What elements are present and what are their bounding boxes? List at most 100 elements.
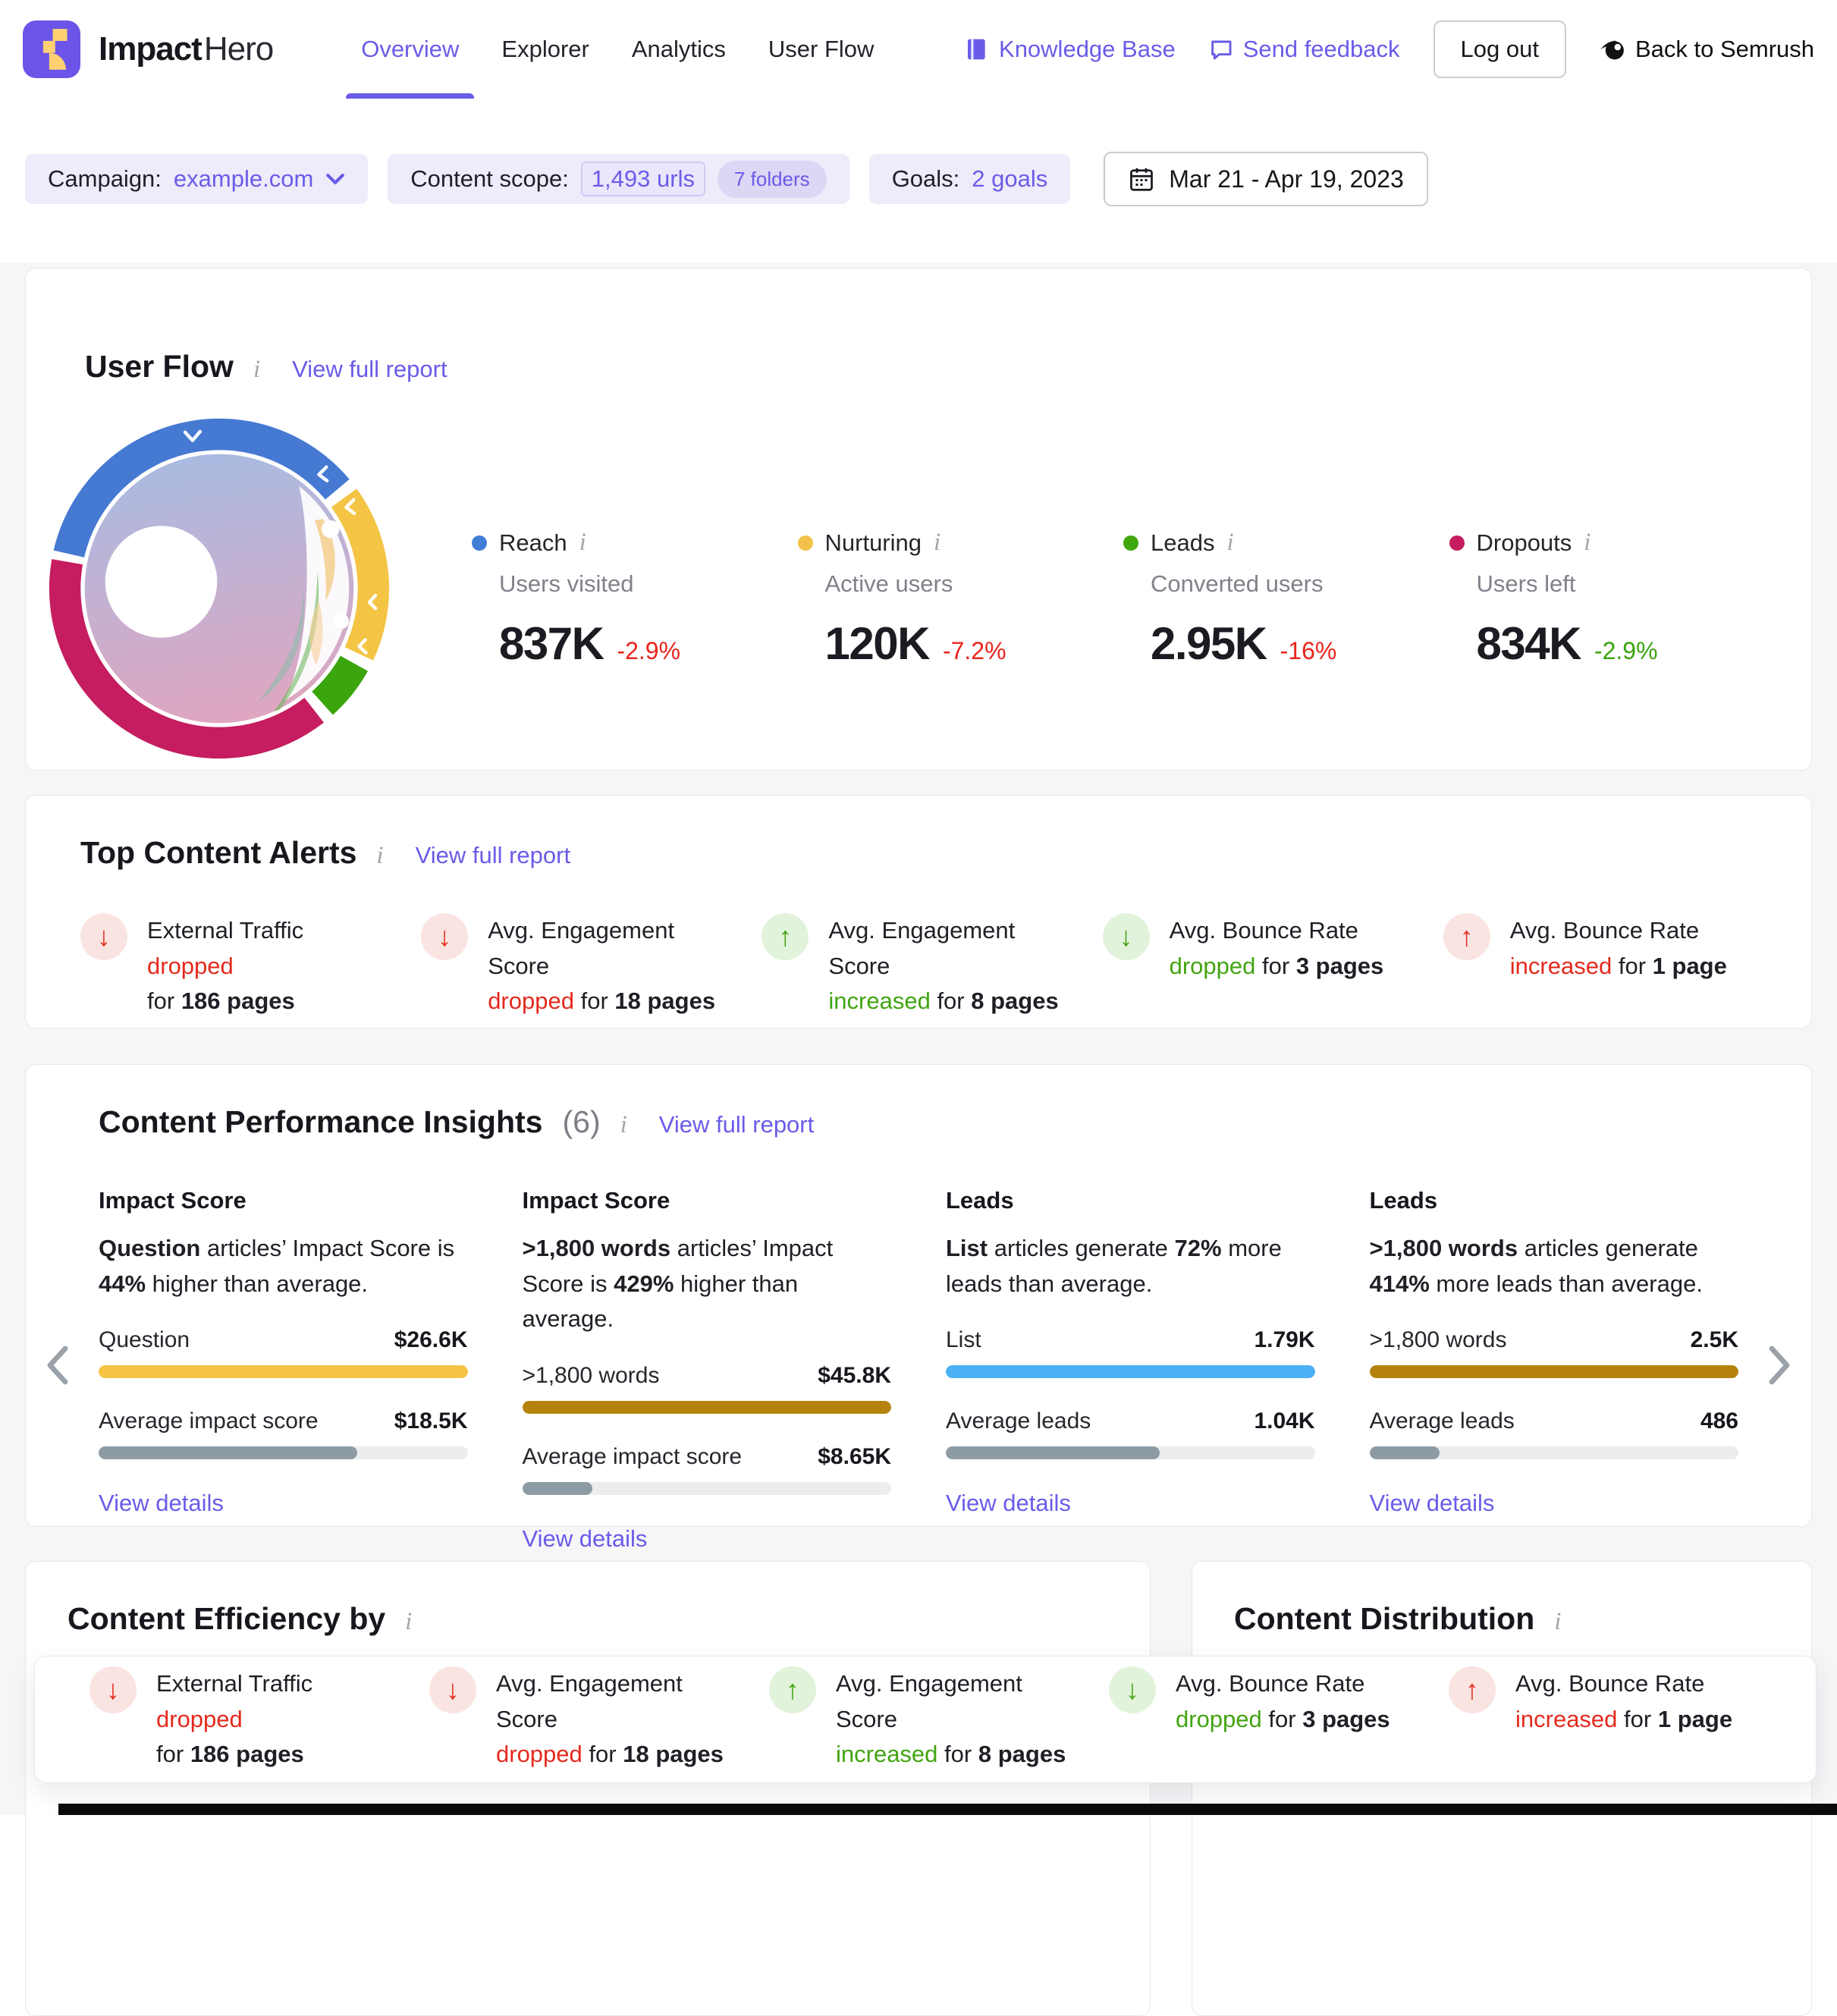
metric-sublabel: Users left — [1476, 570, 1576, 597]
knowledge-base-link[interactable]: Knowledge Base — [965, 36, 1176, 63]
impacthero-logo-icon[interactable] — [23, 20, 80, 78]
view-full-report-link[interactable]: View full report — [659, 1111, 814, 1138]
view-full-report-link[interactable]: View full report — [292, 356, 447, 383]
alert-item[interactable]: ↓ Avg. Engagement Score dropped for 18 p… — [429, 1666, 742, 1773]
metric-value: 837K — [499, 618, 604, 669]
floating-alerts-panel: ↓ External Traffic dropped for 186 pages… — [34, 1656, 1817, 1783]
carousel-next-button[interactable] — [1766, 1346, 1791, 1387]
info-icon[interactable]: i — [620, 1111, 627, 1139]
trend-arrow-icon: ↑ — [1443, 913, 1490, 960]
top-content-alerts-card: Top Content Alerts i View full report ↓ … — [25, 795, 1812, 1028]
goals-selector[interactable]: Goals: 2 goals — [868, 154, 1071, 204]
metric-bar — [1369, 1365, 1738, 1378]
metric-delta: -16% — [1280, 637, 1337, 664]
metric-delta: -2.9% — [617, 637, 681, 664]
info-icon[interactable]: i — [405, 1608, 412, 1636]
metric-delta: -2.9% — [1594, 637, 1658, 664]
alert-item[interactable]: ↓ Avg. Engagement Score dropped for 18 p… — [421, 913, 734, 1019]
info-icon[interactable]: i — [1554, 1608, 1561, 1636]
info-icon[interactable]: i — [1226, 529, 1233, 557]
content-scope-label: Content scope: — [410, 165, 569, 192]
user-flow-diagram[interactable] — [49, 418, 390, 759]
folders-badge[interactable]: 7 folders — [717, 160, 827, 198]
trend-arrow-icon: ↓ — [429, 1666, 476, 1714]
legend-dot — [472, 535, 487, 551]
alert-item[interactable]: ↑ Avg. Engagement Score increased for 8 … — [761, 913, 1075, 1019]
metric-bar — [522, 1400, 891, 1414]
alert-item[interactable]: ↓ Avg. Bounce Rate dropped for 3 pages — [1102, 913, 1416, 1019]
bar-value: $8.65K — [818, 1443, 891, 1469]
metric-bar — [99, 1365, 468, 1378]
trend-arrow-icon: ↓ — [421, 913, 469, 960]
info-icon[interactable]: i — [579, 529, 586, 557]
nav-tab[interactable]: User Flow — [747, 0, 896, 99]
flow-metric: Reach i Users visited 837K -2.9% — [472, 529, 798, 670]
metric-bar-track — [1369, 1365, 1738, 1378]
info-icon[interactable]: i — [934, 529, 940, 557]
average-bar — [946, 1446, 1160, 1459]
bar-value: 2.5K — [1690, 1327, 1738, 1352]
bar-label: List — [946, 1327, 981, 1352]
insight-description: >1,800 words articles’ Impact Score is 4… — [522, 1235, 834, 1332]
view-details-link[interactable]: View details — [946, 1490, 1071, 1517]
insights-title: Content Performance Insights — [99, 1104, 543, 1139]
carousel-prev-button[interactable] — [46, 1346, 71, 1387]
back-to-semrush-label: Back to Semrush — [1634, 36, 1814, 62]
alert-text: External Traffic dropped for 186 pages — [156, 1670, 313, 1768]
view-details-link[interactable]: View details — [1370, 1490, 1495, 1517]
alerts-row: ↓ External Traffic dropped for 186 pages… — [89, 1666, 1761, 1773]
alert-text: Avg. Engagement Score increased for 8 pa… — [836, 1670, 1066, 1768]
campaign-value: example.com — [173, 165, 314, 192]
alert-item[interactable]: ↑ Avg. Bounce Rate increased for 1 page — [1449, 1666, 1761, 1773]
metric-name: Leads — [1151, 529, 1215, 556]
campaign-selector[interactable]: Campaign: example.com — [25, 154, 369, 204]
average-bar-track — [99, 1446, 468, 1459]
legend-dot — [1449, 535, 1465, 551]
average-bar — [522, 1481, 592, 1495]
user-flow-card: User Flow i View full report Reach i Use… — [25, 268, 1812, 771]
insights-carousel: Impact Score Question articles’ Impact S… — [99, 1187, 1738, 1553]
nav-tab[interactable]: Explorer — [480, 0, 610, 99]
average-bar — [99, 1446, 357, 1459]
send-feedback-label: Send feedback — [1242, 36, 1400, 62]
content-scope-selector[interactable]: Content scope: 1,493 urls 7 folders — [388, 154, 849, 204]
send-feedback-link[interactable]: Send feedback — [1209, 36, 1400, 63]
insight-card: Impact Score Question articles’ Impact S… — [99, 1187, 468, 1553]
urls-count-chip[interactable]: 1,493 urls — [580, 162, 705, 196]
metric-delta: -7.2% — [942, 637, 1006, 664]
brand-bold: Impact — [99, 30, 203, 68]
metric-sublabel: Users visited — [499, 570, 634, 597]
top-nav-bar: ImpactHero Overview Explorer Analytics U… — [0, 0, 1837, 99]
goals-value: 2 goals — [972, 165, 1048, 192]
log-out-button[interactable]: Log out — [1433, 20, 1566, 78]
content-efficiency-card: Content Efficiency by i — [25, 1561, 1151, 2016]
metric-name: Nurturing — [824, 529, 922, 556]
view-details-link[interactable]: View details — [523, 1525, 648, 1553]
bar-value: $18.5K — [394, 1408, 468, 1433]
view-full-report-link[interactable]: View full report — [416, 842, 570, 869]
insights-count: (6) — [562, 1104, 601, 1139]
alert-item[interactable]: ↓ Avg. Bounce Rate dropped for 3 pages — [1109, 1666, 1421, 1773]
trend-arrow-icon: ↑ — [1449, 1666, 1496, 1714]
alert-text: Avg. Bounce Rate increased for 1 page — [1515, 1670, 1733, 1732]
back-to-semrush-link[interactable]: Back to Semrush — [1600, 36, 1814, 63]
alert-text: Avg. Bounce Rate dropped for 3 pages — [1169, 917, 1384, 979]
main-nav: Overview Explorer Analytics User Flow — [340, 0, 895, 99]
view-details-link[interactable]: View details — [99, 1490, 224, 1517]
info-icon[interactable]: i — [253, 356, 260, 384]
bar-label: >1,800 words — [1369, 1327, 1507, 1352]
date-range-picker[interactable]: Mar 21 - Apr 19, 2023 — [1104, 152, 1428, 206]
flow-metric: Dropouts i Users left 834K -2.9% — [1449, 529, 1776, 670]
insight-card: Impact Score >1,800 words articles’ Impa… — [522, 1187, 891, 1553]
metric-value: 834K — [1476, 618, 1582, 669]
alert-item[interactable]: ↓ External Traffic dropped for 186 pages — [80, 913, 394, 1019]
alert-item[interactable]: ↑ Avg. Bounce Rate increased for 1 page — [1443, 913, 1757, 1019]
flow-metrics: Reach i Users visited 837K -2.9% Nurturi… — [472, 529, 1775, 670]
alert-item[interactable]: ↓ External Traffic dropped for 186 pages — [89, 1666, 402, 1773]
nav-tab[interactable]: Overview — [340, 0, 480, 99]
alert-item[interactable]: ↑ Avg. Engagement Score increased for 8 … — [769, 1666, 1082, 1773]
trend-arrow-icon: ↑ — [761, 913, 809, 960]
info-icon[interactable]: i — [1584, 529, 1590, 557]
nav-tab[interactable]: Analytics — [611, 0, 747, 99]
info-icon[interactable]: i — [376, 842, 383, 870]
